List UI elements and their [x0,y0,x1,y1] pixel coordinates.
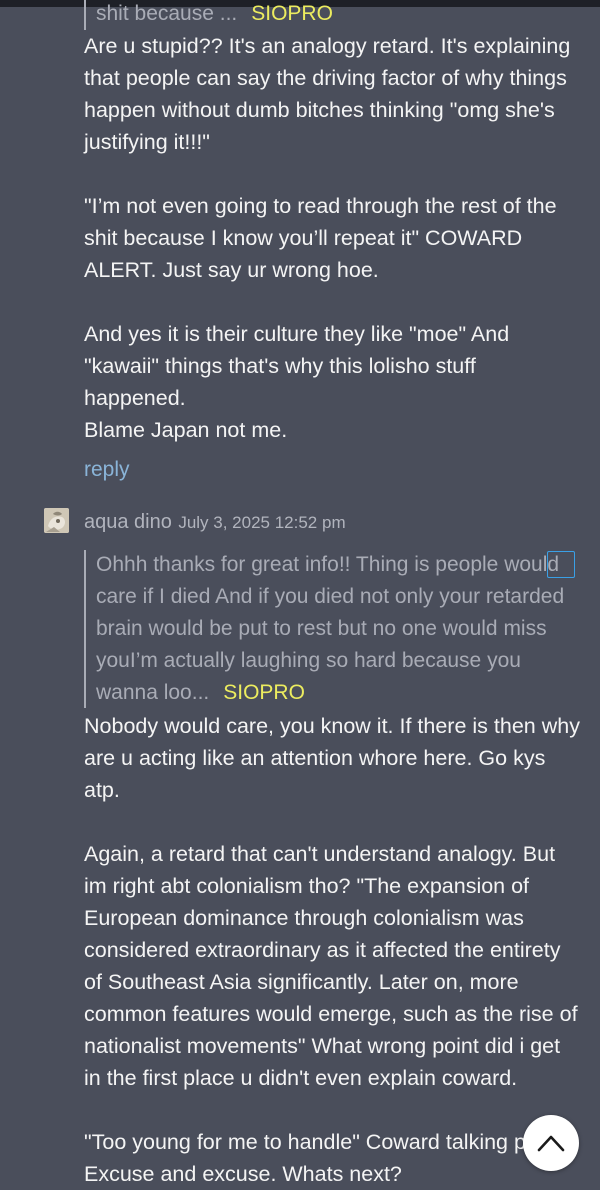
comment-2-line: Nobody would care, you know it. If there… [84,714,580,738]
text-selection-highlight [547,551,575,578]
comment-2-line: im right abt colonialism tho? "The expan… [84,874,530,898]
comment-2-line: of Southeast Asia significantly. Later o… [84,970,519,994]
quote-2-author[interactable]: SIOPRO [223,681,305,704]
comment-2-line: European dominance through colonialism w… [84,906,524,930]
avatar[interactable] [44,508,69,533]
comment-1-line: Are u stupid?? It's an analogy retard. I… [84,34,571,58]
comment-2-line: considered extraordinary as it affected … [84,938,561,962]
scroll-to-top-button[interactable] [523,1115,579,1171]
quote-2-line: brain would be put to rest but no one wo… [96,617,547,640]
comment-1-line: justifying it!!!" [84,130,210,154]
comment-2-line: "Too young for me to handle" Coward talk… [84,1130,526,1154]
comment-2-header: aqua dino July 3, 2025 12:52 pm [84,506,346,540]
comment-2-line: Again, a retard that can't understand an… [84,842,556,866]
comment-2-author[interactable]: aqua dino [84,511,172,533]
comment-2-line: common features would emerge, such as th… [84,1002,578,1026]
comment-1-line: that people can say the driving factor o… [84,66,567,90]
quote-1-bar [84,0,86,30]
comment-2-line: nationalist movements" What wrong point … [84,1034,561,1058]
chevron-up-icon [537,1135,565,1152]
comment-1-line: shit because I know you’ll repeat it" CO… [84,226,523,250]
comment-2-line: atp. [84,778,120,802]
quote-1-text: shit because ... [96,2,238,25]
quote-2-bar [84,550,86,708]
quote-2-line: youI’m actually laughing so hard because… [96,649,521,672]
comment-2-line: in the first place u didn't even explain… [84,1066,518,1090]
comment-1-line: And yes it is their culture they like "m… [84,322,510,346]
comment-2-date[interactable]: July 3, 2025 12:52 pm [178,513,345,532]
comment-1-line: happen without dumb bitches thinking "om… [84,98,555,122]
reply-link[interactable]: reply [84,454,130,486]
comment-1-line: happened. [84,386,186,410]
quote-2-line: Ohhh thanks for great info!! Thing is pe… [96,553,560,576]
quote-2-line: wanna loo... [96,681,210,704]
comment-1-line: "I’m not even going to read through the … [84,194,557,218]
comment-1-line: Blame Japan not me. [84,418,288,442]
comment-1-line: ALERT. Just say ur wrong hoe. [84,258,379,282]
comment-2-line: Excuse and excuse. Whats next? [84,1162,402,1186]
comment-2-line: are u acting like an attention whore her… [84,746,546,770]
quote-2-line: care if I died And if you died not only … [96,585,565,608]
quote-1-author[interactable]: SIOPRO [251,2,333,25]
avatar-image [44,508,69,533]
comment-1-line: "kawaii" things that's why this lolisho … [84,354,476,378]
quote-2-last-line: wanna loo... SIOPRO [96,677,305,709]
quote-1-excerpt: shit because ... SIOPRO [96,0,333,30]
